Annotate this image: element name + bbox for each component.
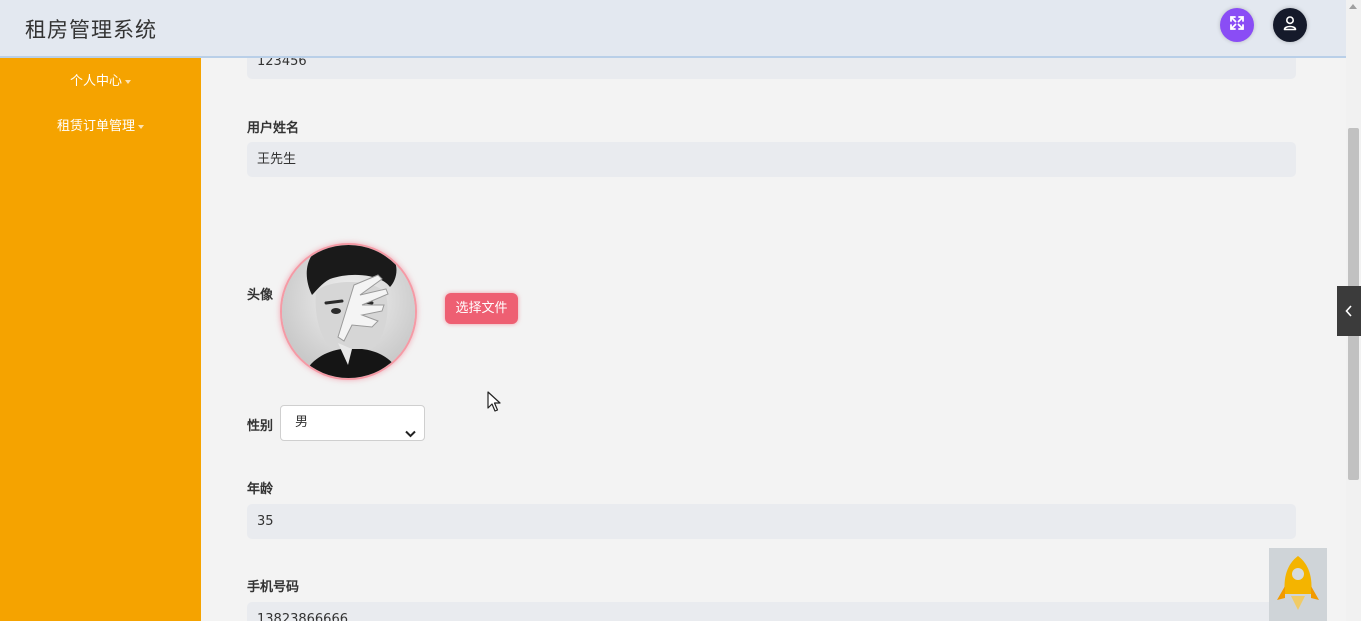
- age-field[interactable]: 35: [247, 504, 1296, 539]
- sidebar: 个人中心 租赁订单管理: [0, 58, 201, 621]
- app-title: 租房管理系统: [25, 18, 157, 42]
- top-header: 租房管理系统: [0, 0, 1346, 58]
- gender-label: 性别: [247, 419, 274, 434]
- username-field[interactable]: 王先生: [247, 142, 1296, 177]
- side-panel-toggle[interactable]: [1337, 286, 1361, 336]
- username-label: 用户姓名: [247, 121, 300, 136]
- caret-down-icon: [125, 79, 131, 84]
- user-icon: [1282, 15, 1298, 35]
- rocket-icon: [1269, 556, 1327, 621]
- fullscreen-button[interactable]: [1220, 8, 1254, 42]
- scroll-up-arrow-icon[interactable]: [1349, 4, 1357, 9]
- phone-label: 手机号码: [247, 580, 300, 595]
- gender-selected-value: 男: [295, 415, 309, 430]
- sidebar-item-personal-center[interactable]: 个人中心: [0, 70, 201, 89]
- user-menu-button[interactable]: [1273, 8, 1307, 42]
- avatar-image: [280, 243, 417, 380]
- profile-form: 123456 用户姓名 王先生 头像 选择文件 性别 男 年龄 35 手机号码 …: [201, 44, 1346, 621]
- mouse-pointer-icon: [487, 391, 501, 417]
- phone-field[interactable]: 13823866666: [247, 602, 1296, 621]
- gender-select[interactable]: 男: [280, 405, 425, 441]
- chevron-left-icon: [1345, 302, 1353, 321]
- sidebar-item-label: 个人中心: [69, 74, 122, 89]
- fullscreen-expand-icon: [1229, 15, 1245, 35]
- sidebar-item-label: 租赁订单管理: [56, 119, 135, 134]
- avatar-label: 头像: [247, 288, 274, 303]
- chevron-down-icon: [405, 418, 416, 452]
- age-label: 年龄: [247, 482, 274, 497]
- rocket-widget[interactable]: [1269, 548, 1327, 621]
- sidebar-item-rental-orders[interactable]: 租赁订单管理: [0, 115, 201, 134]
- caret-down-icon: [138, 124, 144, 129]
- choose-file-button[interactable]: 选择文件: [445, 293, 518, 324]
